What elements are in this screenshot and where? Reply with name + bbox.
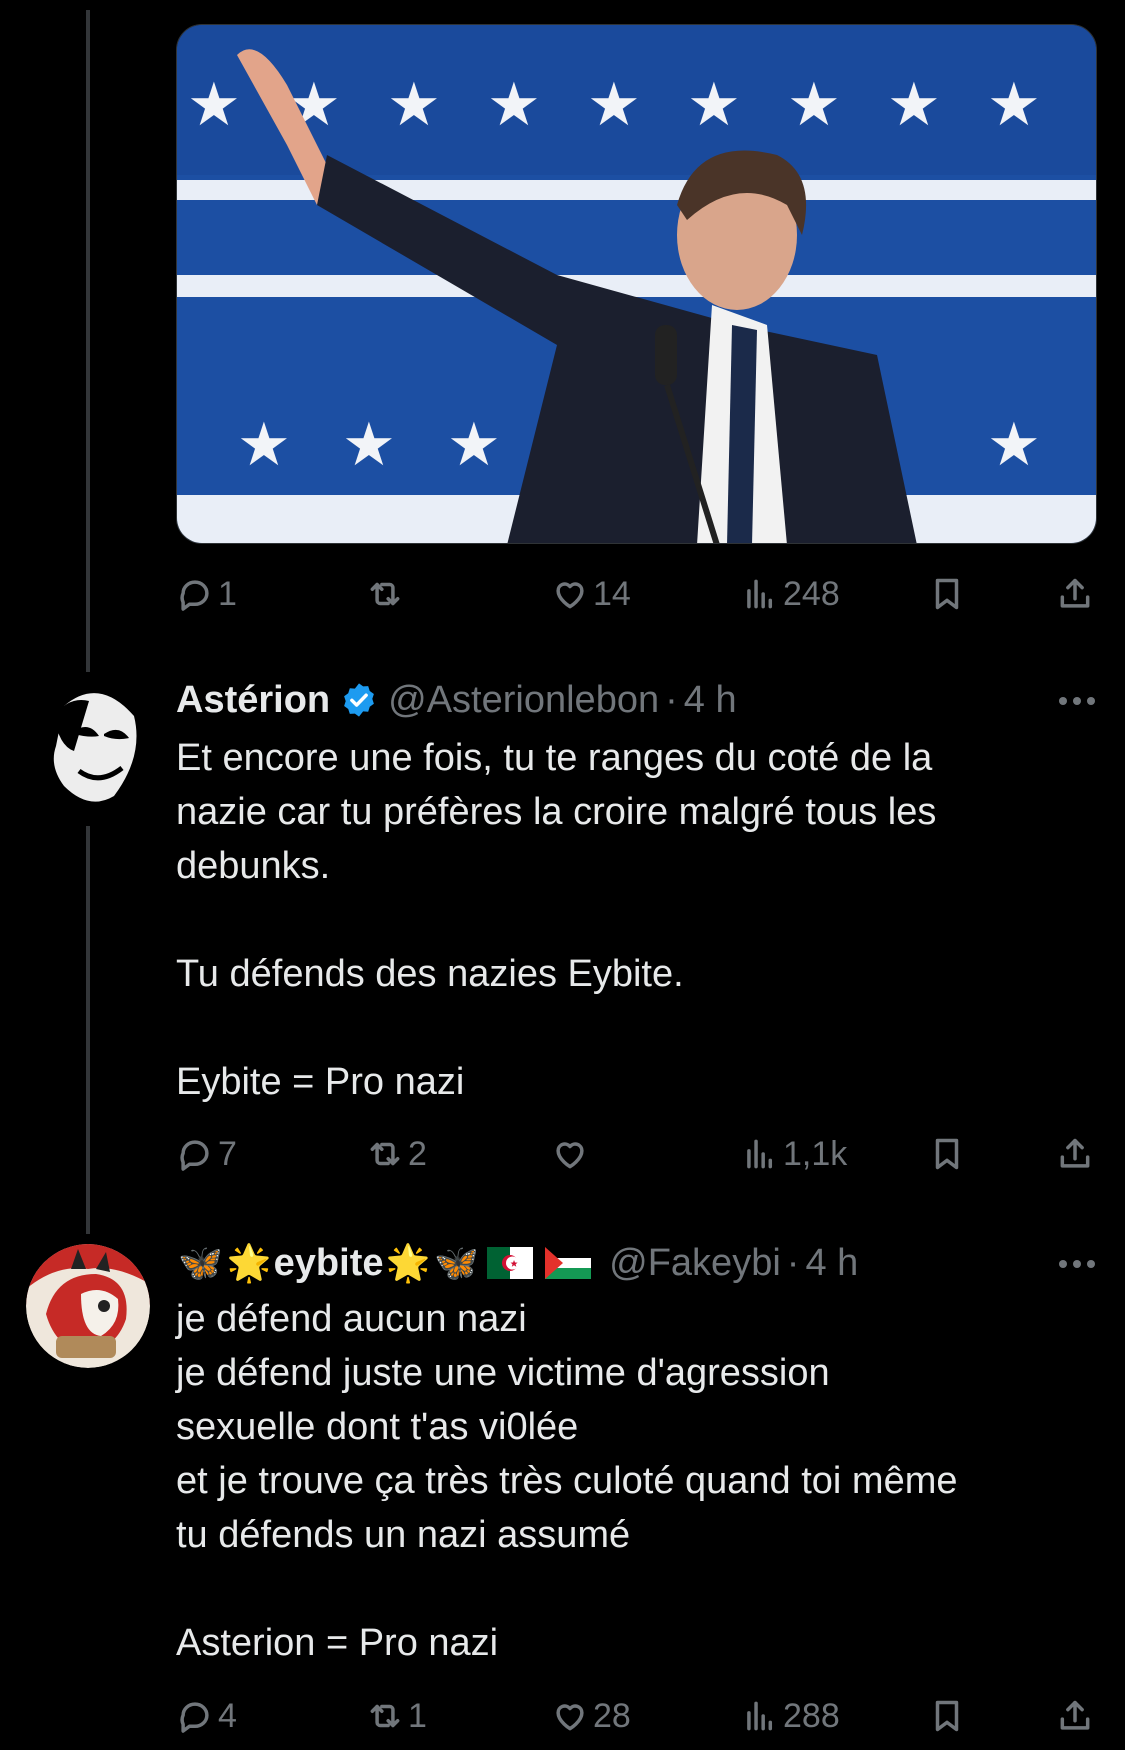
bookmark-icon xyxy=(935,1138,959,1170)
avatar-eybite[interactable] xyxy=(26,1244,150,1368)
bookmark-icon xyxy=(935,1700,959,1732)
svg-text:★: ★ xyxy=(587,70,641,140)
heart-icon xyxy=(556,1704,584,1731)
algeria-flag-icon xyxy=(487,1247,534,1279)
heart-icon xyxy=(556,1142,584,1169)
like-button[interactable]: 14 xyxy=(551,570,631,618)
views-icon xyxy=(747,1701,773,1731)
reply-button[interactable]: 7 xyxy=(176,1130,237,1178)
tweet-asterion-header: Astérion @Asterionlebon · 4 h xyxy=(176,675,737,725)
thread-line-top xyxy=(86,10,90,672)
retweet-count: 1 xyxy=(408,1696,427,1735)
display-name[interactable]: eybite xyxy=(274,1242,384,1285)
bookmark-button[interactable] xyxy=(928,1692,966,1740)
svg-text:★: ★ xyxy=(787,70,841,140)
svg-text:★: ★ xyxy=(237,410,291,480)
tweet-eybite-actions: 4 1 28 288 xyxy=(176,1692,1097,1740)
reply-button[interactable]: 1 xyxy=(176,570,237,618)
svg-text:★: ★ xyxy=(987,410,1041,480)
like-count: 28 xyxy=(593,1696,631,1735)
separator-dot: · xyxy=(786,1241,800,1284)
reply-count: 7 xyxy=(218,1134,237,1173)
retweet-button[interactable]: 1 xyxy=(366,1692,427,1740)
share-icon xyxy=(1060,578,1090,608)
separator-dot: · xyxy=(665,678,678,721)
thread-line-middle xyxy=(86,826,90,1234)
avatar-asterion[interactable] xyxy=(44,676,144,816)
views-count: 248 xyxy=(783,574,840,613)
verified-badge-icon xyxy=(344,683,375,717)
like-button[interactable] xyxy=(551,1130,593,1178)
svg-text:★: ★ xyxy=(447,410,501,480)
svg-text:★: ★ xyxy=(187,70,241,140)
share-icon xyxy=(1060,1138,1090,1168)
star-icon: 🌟 xyxy=(385,1242,431,1283)
more-icon[interactable] xyxy=(1059,697,1095,705)
views-icon xyxy=(747,579,773,609)
retweet-icon xyxy=(370,582,400,606)
avatar-image xyxy=(26,1244,150,1368)
butterfly-icon: 🦋 xyxy=(434,1242,480,1283)
reply-count: 1 xyxy=(218,574,237,613)
like-button[interactable]: 28 xyxy=(551,1692,631,1740)
svg-text:★: ★ xyxy=(342,410,396,480)
retweet-button[interactable] xyxy=(366,570,408,618)
reply-icon xyxy=(180,1702,209,1733)
tweet-top-actions: 1 14 248 xyxy=(176,570,1097,618)
user-handle[interactable]: @Fakeybi xyxy=(609,1242,781,1285)
tweet-asterion-text: Et encore une fois, tu te ranges du coté… xyxy=(176,737,937,1103)
bookmark-button[interactable] xyxy=(928,1130,966,1178)
retweet-button[interactable]: 2 xyxy=(366,1130,427,1178)
reply-button[interactable]: 4 xyxy=(176,1692,237,1740)
tweet-asterion-actions: 7 2 1,1k xyxy=(176,1130,1097,1178)
views-button[interactable]: 248 xyxy=(741,570,840,618)
timestamp[interactable]: 4 h xyxy=(805,1242,858,1285)
share-button[interactable] xyxy=(1056,1130,1094,1178)
more-icon[interactable] xyxy=(1059,1260,1095,1268)
svg-text:★: ★ xyxy=(487,70,541,140)
share-button[interactable] xyxy=(1056,1692,1094,1740)
retweet-count: 2 xyxy=(408,1134,427,1173)
views-count: 1,1k xyxy=(783,1134,848,1173)
svg-text:★: ★ xyxy=(987,70,1041,140)
share-button[interactable] xyxy=(1056,570,1094,618)
reply-count: 4 xyxy=(218,1696,237,1735)
user-handle[interactable]: @Asterionlebon xyxy=(388,679,659,722)
svg-text:★: ★ xyxy=(887,70,941,140)
media-photo: ★ ★ ★ ★ ★ ★ ★ ★ ★ ★ ★ ★ ★ xyxy=(177,25,1096,543)
tweet-eybite-header: 🦋 🌟 eybite 🌟 🦋 @Fakeybi · 4 h xyxy=(176,1238,858,1288)
reply-icon xyxy=(180,580,209,611)
timestamp[interactable]: 4 h xyxy=(684,679,737,722)
butterfly-icon: 🦋 xyxy=(178,1242,223,1283)
display-name[interactable]: Astérion xyxy=(176,679,330,722)
tweet-media-image[interactable]: ★ ★ ★ ★ ★ ★ ★ ★ ★ ★ ★ ★ ★ xyxy=(176,24,1097,544)
views-icon xyxy=(747,1139,773,1169)
like-count: 14 xyxy=(593,574,631,613)
retweet-icon xyxy=(370,1142,400,1166)
heart-icon xyxy=(556,582,584,609)
retweet-icon xyxy=(370,1704,400,1728)
star-icon: 🌟 xyxy=(226,1242,272,1283)
views-count: 288 xyxy=(783,1696,840,1735)
share-icon xyxy=(1060,1700,1090,1730)
palestine-flag-icon xyxy=(545,1247,592,1279)
views-button[interactable]: 288 xyxy=(741,1692,840,1740)
reply-icon xyxy=(180,1140,209,1171)
tweet-eybite-text: je défend aucun nazi je défend juste une… xyxy=(176,1298,958,1664)
svg-text:★: ★ xyxy=(687,70,741,140)
views-button[interactable]: 1,1k xyxy=(741,1130,847,1178)
avatar-image xyxy=(44,676,144,816)
bookmark-button[interactable] xyxy=(928,570,966,618)
svg-text:★: ★ xyxy=(387,70,441,140)
bookmark-icon xyxy=(935,578,959,610)
